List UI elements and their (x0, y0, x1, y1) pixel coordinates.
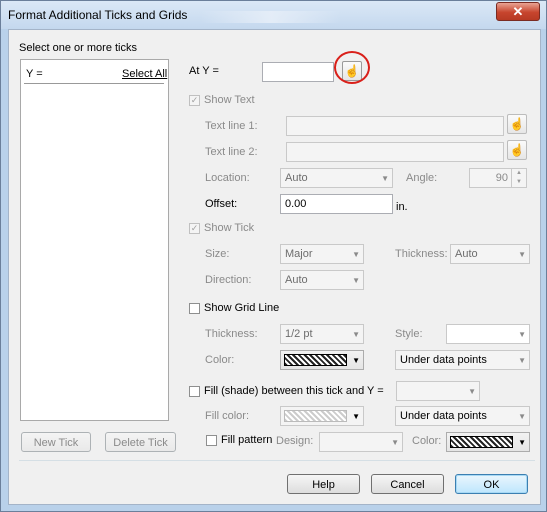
tick-thickness-select[interactable]: Auto ▼ (450, 244, 530, 264)
fill-pattern-checkbox[interactable] (206, 435, 217, 446)
fill-between-label: Fill (shade) between this tick and Y = (204, 385, 384, 397)
tick-size-select[interactable]: Major ▼ (280, 244, 364, 264)
chevron-down-icon: ▼ (352, 330, 360, 339)
fill-between-checkbox[interactable] (189, 386, 200, 397)
chevron-down-icon: ▼ (518, 438, 526, 447)
angle-value: 90 (495, 172, 508, 184)
tick-thickness-value: Auto (455, 248, 478, 260)
title-bar-background-text (201, 11, 341, 23)
chevron-down-icon: ▼ (352, 412, 360, 421)
grid-thickness-label: Thickness: (205, 328, 258, 340)
spin-up-icon[interactable]: ▲ (516, 170, 522, 176)
location-label: Location: (205, 172, 250, 184)
chevron-down-icon: ▼ (518, 330, 526, 339)
highlight-circle-annotation (334, 51, 370, 84)
tick-direction-value: Auto (285, 274, 308, 286)
angle-label: Angle: (406, 172, 438, 184)
dialog-window: Format Additional Ticks and Grids ✕ Sele… (0, 0, 547, 512)
footer-divider (19, 460, 535, 461)
text-line-1-label: Text line 1: (205, 120, 258, 132)
window-title: Format Additional Ticks and Grids (8, 8, 188, 22)
show-text-label: Show Text (204, 94, 255, 106)
tick-direction-label: Direction: (205, 274, 252, 286)
pattern-color-swatch (450, 436, 513, 448)
angle-spinner[interactable]: ▲ ▼ (511, 169, 526, 187)
grid-color-label: Color: (205, 354, 235, 366)
tick-direction-select[interactable]: Auto ▼ (280, 270, 364, 290)
text-line-2-input[interactable] (286, 142, 504, 162)
text-line-2-label: Text line 2: (205, 146, 258, 158)
fill-y-select[interactable]: ▼ (396, 381, 480, 401)
pointer-hand-icon: ☝ (509, 117, 525, 131)
pattern-color-select[interactable]: ▼ (446, 432, 530, 452)
spin-down-icon[interactable]: ▼ (516, 179, 522, 185)
cancel-button[interactable]: Cancel (371, 474, 444, 494)
chevron-down-icon: ▼ (518, 356, 526, 365)
close-button[interactable]: ✕ (496, 2, 540, 21)
tick-size-value: Major (285, 248, 313, 260)
chevron-down-icon: ▼ (391, 438, 399, 447)
fill-color-label: Fill color: (205, 410, 250, 422)
chevron-down-icon: ▼ (352, 250, 360, 259)
select-ticks-prompt: Select one or more ticks (19, 42, 137, 54)
grid-thickness-select[interactable]: 1/2 pt ▼ (280, 324, 364, 344)
design-select[interactable]: ▼ (319, 432, 403, 452)
show-text-checkbox[interactable]: ✓ (189, 95, 200, 106)
chevron-down-icon: ▼ (352, 356, 360, 365)
close-icon[interactable]: ✕ (513, 4, 524, 19)
offset-input[interactable]: 0.00 (280, 194, 393, 214)
check-icon: ✓ (190, 95, 199, 105)
pattern-color-label: Color: (412, 435, 442, 447)
location-value: Auto (285, 172, 308, 184)
grid-style-select[interactable]: ▼ (446, 324, 530, 344)
grid-style-label: Style: (395, 328, 423, 340)
chevron-down-icon: ▼ (468, 387, 476, 396)
grid-position-select[interactable]: Under data points ▼ (395, 350, 530, 370)
chevron-down-icon: ▼ (518, 250, 526, 259)
show-tick-label: Show Tick (204, 222, 255, 234)
design-label: Design: (276, 435, 314, 447)
show-grid-line-checkbox[interactable] (189, 303, 200, 314)
list-header-divider (24, 83, 164, 84)
offset-label: Offset: (205, 198, 238, 210)
grid-thickness-value: 1/2 pt (285, 328, 313, 340)
at-y-label: At Y = (189, 65, 219, 77)
check-icon: ✓ (190, 223, 199, 233)
title-bar: Format Additional Ticks and Grids ✕ (1, 1, 546, 29)
delete-tick-button[interactable]: Delete Tick (105, 432, 176, 452)
chevron-down-icon: ▼ (381, 174, 389, 183)
select-all-link[interactable]: Select All (122, 68, 167, 80)
at-y-input[interactable] (262, 62, 334, 82)
text-line-1-input[interactable] (286, 116, 504, 136)
ok-button[interactable]: OK (455, 474, 528, 494)
pointer-hand-icon: ☝ (509, 143, 525, 157)
help-button[interactable]: Help (287, 474, 360, 494)
grid-position-value: Under data points (400, 354, 487, 366)
list-header-y: Y = (26, 68, 43, 80)
show-grid-line-label: Show Grid Line (204, 302, 280, 314)
grid-color-select[interactable]: ▼ (280, 350, 364, 370)
text-line-1-picker-button[interactable]: ☝ (507, 114, 527, 134)
offset-unit: in. (396, 201, 408, 213)
fill-position-select[interactable]: Under data points ▼ (395, 406, 530, 426)
fill-pattern-label: Fill pattern (221, 434, 273, 446)
fill-position-value: Under data points (400, 410, 487, 422)
text-line-2-picker-button[interactable]: ☝ (507, 140, 527, 160)
tick-size-label: Size: (205, 248, 230, 260)
dialog-body: Select one or more ticks Y = Select All … (8, 29, 541, 505)
fill-color-select[interactable]: ▼ (280, 406, 364, 426)
angle-input[interactable]: 90 ▲ ▼ (469, 168, 527, 188)
ticks-list[interactable]: Y = Select All (20, 59, 169, 421)
location-select[interactable]: Auto ▼ (280, 168, 393, 188)
fill-color-swatch (284, 410, 347, 422)
show-tick-checkbox[interactable]: ✓ (189, 223, 200, 234)
chevron-down-icon: ▼ (352, 276, 360, 285)
chevron-down-icon: ▼ (518, 412, 526, 421)
grid-color-swatch (284, 354, 347, 366)
new-tick-button[interactable]: New Tick (21, 432, 91, 452)
tick-thickness-label: Thickness: (395, 248, 448, 260)
